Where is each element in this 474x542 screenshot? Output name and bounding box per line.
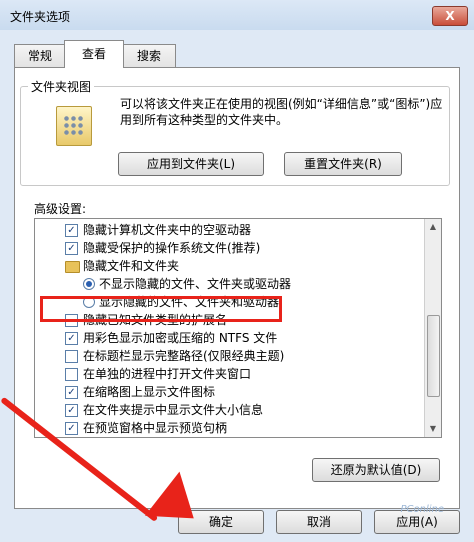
checkbox-preview-handlers[interactable]: ✓ [65, 422, 78, 435]
checkbox-thumbnail-icons[interactable]: ✓ [65, 386, 78, 399]
folder-view-description: 可以将该文件夹正在使用的视图(例如“详细信息”或“图标”)应用到所有这种类型的文… [120, 97, 443, 127]
checkbox-full-path-title[interactable] [65, 350, 78, 363]
scroll-up-icon[interactable]: ▲ [425, 219, 441, 235]
scroll-down-icon[interactable]: ▼ [425, 421, 441, 437]
tab-search[interactable]: 搜索 [122, 44, 176, 67]
window-title: 文件夹选项 [10, 10, 71, 24]
checkbox-color-ntfs[interactable]: ✓ [65, 332, 78, 345]
checkbox-separate-process[interactable] [65, 368, 78, 381]
title-bar: 文件夹选项 X [0, 0, 474, 30]
radio-dont-show-hidden[interactable] [83, 278, 95, 290]
checkbox-hide-empty-drives[interactable]: ✓ [65, 224, 78, 237]
folder-view-icon [56, 106, 92, 146]
advanced-settings-label: 高级设置: [34, 202, 87, 216]
reset-folders-button[interactable]: 重置文件夹(R) [284, 152, 402, 176]
advanced-settings-list[interactable]: ✓ 隐藏计算机文件夹中的空驱动器 ✓ 隐藏受保护的操作系统文件(推荐) 隐藏文件… [34, 218, 442, 438]
scrollbar[interactable]: ▲ ▼ [424, 219, 441, 437]
scroll-thumb[interactable] [427, 315, 440, 397]
checkbox-hide-protected-os-files[interactable]: ✓ [65, 242, 78, 255]
watermark: PConline [400, 504, 444, 515]
checkbox-folder-tip-size[interactable]: ✓ [65, 404, 78, 417]
cancel-button[interactable]: 取消 [276, 510, 362, 534]
close-button[interactable]: X [432, 6, 468, 26]
annotation-highlight-box [40, 296, 282, 322]
folder-view-label: 文件夹视图 [28, 78, 95, 95]
restore-defaults-button[interactable]: 还原为默认值(D) [312, 458, 440, 482]
tab-view[interactable]: 查看 [64, 40, 124, 68]
apply-to-folders-button[interactable]: 应用到文件夹(L) [118, 152, 264, 176]
tab-general[interactable]: 常规 [14, 44, 66, 67]
folder-icon [65, 261, 80, 273]
